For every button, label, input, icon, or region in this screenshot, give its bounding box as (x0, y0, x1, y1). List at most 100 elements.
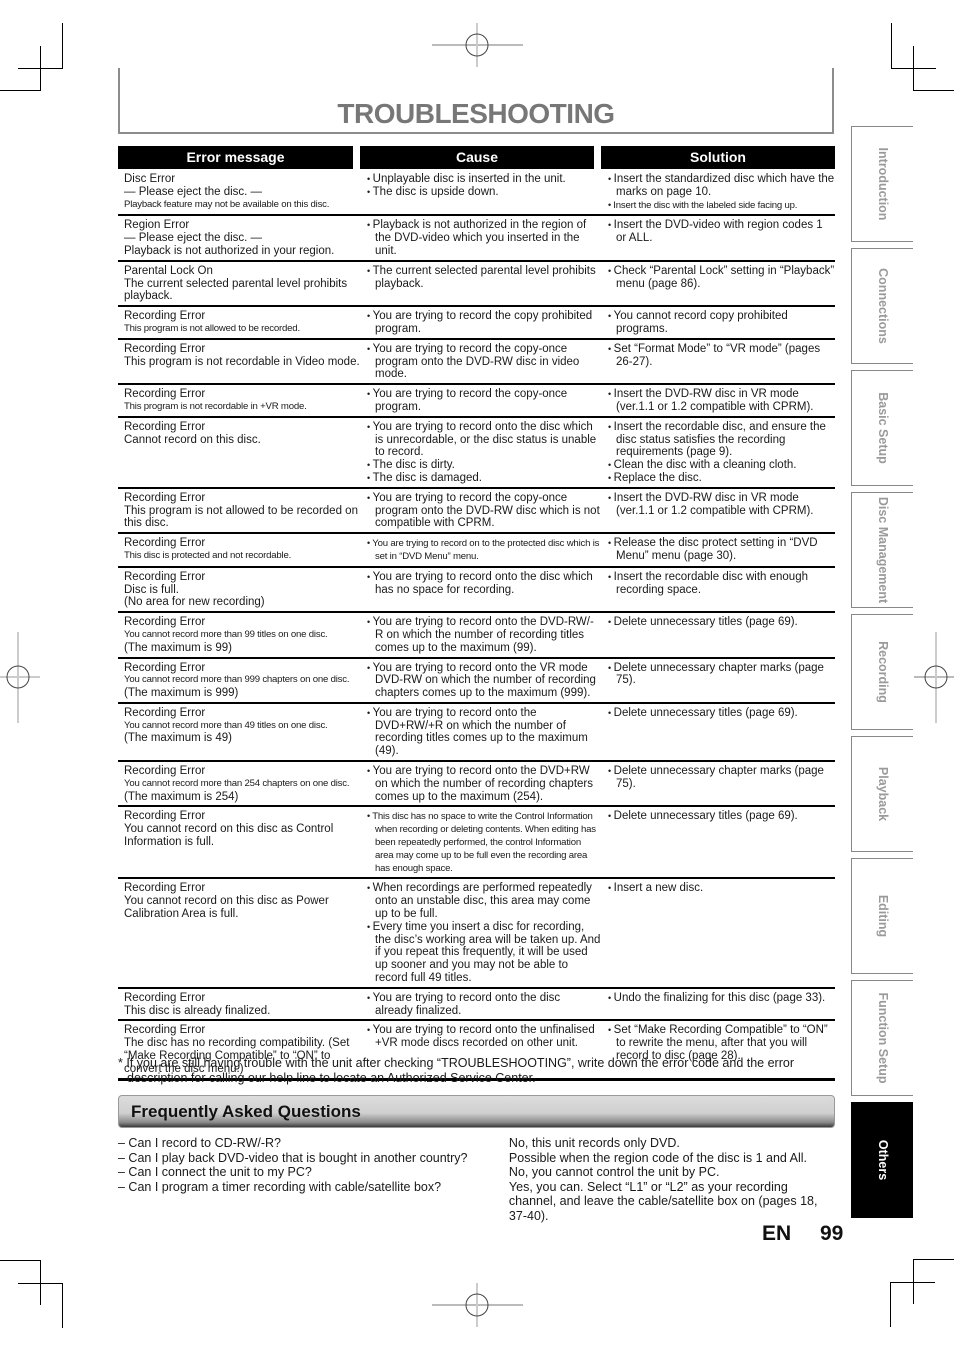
solution-item: Check “Parental Lock” setting in “Playba… (607, 265, 835, 291)
page-number: 99 (820, 1222, 844, 1245)
solution-cell: Insert a new disc. (601, 882, 835, 984)
cause-cell: You are trying to record onto the disc a… (360, 992, 601, 1018)
error-text: (The maximum is 999) (124, 687, 239, 700)
section-tab-playback[interactable]: Playback (851, 736, 913, 852)
error-text: This program is not allowed to be record… (124, 504, 358, 530)
error-text: Region Error (124, 219, 190, 232)
error-text: Recording Error (124, 882, 206, 895)
solution-item: Delete unnecessary titles (page 69). (607, 707, 835, 720)
section-tab-connections[interactable]: Connections (851, 248, 913, 364)
cause-item: Playback is not authorized in the region… (366, 219, 601, 257)
solution-cell: You cannot record copy prohibited progra… (601, 310, 835, 336)
error-detail: Playback feature may not be available on… (124, 198, 330, 210)
cause-item: The disc is upside down. (366, 186, 601, 199)
cause-item: You are trying to record onto the disc w… (366, 421, 601, 459)
section-tab-editing[interactable]: Editing (851, 858, 913, 974)
solution-item: Delete unnecessary chapter marks (page 7… (607, 765, 835, 791)
error-text: Recording Error (124, 1024, 206, 1037)
section-tab-function-setup[interactable]: Function Setup (851, 980, 913, 1096)
solution-cell: Delete unnecessary titles (page 69). (601, 810, 835, 875)
solution-cell: Insert the recordable disc with enough r… (601, 571, 835, 609)
error-text: — Please eject the disc. — (124, 232, 263, 245)
error-detail: This disc is protected and not recordabl… (124, 549, 292, 561)
solution-item: Insert a new disc. (607, 882, 835, 895)
cause-cell: You are trying to record onto the VR mod… (360, 662, 601, 700)
solution-cell: Insert the DVD-video with region codes 1… (601, 219, 835, 257)
faq-answer: Possible when the region code of the dis… (508, 1150, 808, 1165)
solution-item: Set “Format Mode” to “VR mode” (pages 26… (607, 343, 835, 369)
faq-question: – Can I program a timer recording with c… (118, 1179, 442, 1194)
header-solution: Solution (601, 146, 835, 169)
section-tab-recording[interactable]: Recording (851, 614, 913, 730)
solution-cell: Delete unnecessary titles (page 69). (601, 616, 835, 654)
cause-cell: You are trying to record the copy-once p… (360, 343, 601, 381)
solution-cell: Insert the recordable disc, and ensure t… (601, 421, 835, 485)
error-text: The current selected parental level proh… (124, 277, 348, 303)
error-detail: You cannot record more than 254 chapters… (124, 777, 350, 789)
cause-item: You are trying to record onto the disc w… (366, 571, 601, 597)
error-text: (The maximum is 254) (124, 790, 239, 803)
cause-cell: You are trying to record the copy prohib… (360, 310, 601, 336)
solution-item: Delete unnecessary titles (page 69). (607, 810, 835, 823)
faq-item: – Can I connect the unit to my PC? No, yo… (118, 1165, 838, 1180)
troubleshooting-table: Disc Error — Please eject the disc. — Play… (118, 170, 835, 1081)
error-text: (No area for new recording) (124, 596, 265, 609)
solution-cell: Delete unnecessary chapter marks (page 7… (601, 662, 835, 700)
cause-item: The disc is dirty. (366, 459, 601, 472)
solution-item: Insert the recordable disc with enough r… (607, 571, 835, 597)
error-text: — Please eject the disc. — (124, 185, 263, 198)
cause-item: You are trying to record the copy-once p… (366, 343, 601, 381)
registration-mark-left (0, 632, 40, 723)
faq-question: – Can I record to CD-RW/-R? (118, 1136, 282, 1150)
error-text: Recording Error (124, 765, 206, 778)
error-text: Recording Error (124, 991, 206, 1004)
error-text: You cannot record on this disc as Power … (124, 895, 329, 921)
solution-item: Insert the DVD-RW disc in VR mode (ver.1… (607, 388, 835, 414)
header-error-message: Error message (118, 146, 353, 169)
error-text: Recording Error (124, 342, 206, 355)
cause-item: When recordings are performed repeatedly… (366, 882, 601, 920)
error-text: Recording Error (124, 570, 206, 583)
error-message-cell: Recording Error This program is not allow… (118, 310, 360, 336)
cause-cell: You are trying to record onto the DVD-RW… (360, 616, 601, 654)
table-row: Recording Error This program is not allow… (118, 307, 835, 340)
table-row: Parental Lock On The current selected par… (118, 262, 835, 308)
error-detail: You cannot record more than 99 titles on… (124, 628, 328, 640)
faq-list: – Can I record to CD-RW/-R? No, this unit… (118, 1136, 838, 1224)
error-message-cell: Recording Error You cannot record on this… (118, 810, 360, 875)
faq-item: – Can I program a timer recording with c… (118, 1180, 838, 1224)
section-tab-disc-management[interactable]: Disc Management (851, 492, 913, 608)
solution-item: Replace the disc. (607, 472, 835, 485)
error-text: Parental Lock On (124, 264, 213, 277)
error-message-cell: Recording Error This program is not allow… (118, 492, 360, 530)
solution-cell: Insert the DVD-RW disc in VR mode (ver.1… (601, 492, 835, 530)
section-tab-label: Others (875, 1139, 890, 1181)
cause-cell: You are trying to record onto the DVD+RW… (360, 765, 601, 803)
table-row: Recording Error This program is not recor… (118, 340, 835, 386)
section-tab-label: Disc Management (875, 496, 890, 604)
header-cause: Cause (360, 146, 594, 169)
cause-cell: Unplayable disc is inserted in the unit.… (360, 173, 601, 212)
error-message-cell: Recording Error You cannot record more th… (118, 662, 360, 700)
error-text: Disc is full. (124, 583, 179, 596)
cause-cell: You are trying to record on to the prote… (360, 537, 601, 564)
section-tab-basic-setup[interactable]: Basic Setup (851, 370, 913, 486)
cause-item: You are trying to record onto the DVD+RW… (366, 707, 601, 758)
cause-item: You are trying to record the copy prohib… (366, 310, 601, 336)
cause-item: You are trying to record the copy-once p… (366, 388, 601, 414)
solution-cell: Check “Parental Lock” setting in “Playba… (601, 265, 835, 303)
section-tab-others[interactable]: Others (851, 1102, 913, 1218)
section-tab-label: Connections (875, 268, 890, 344)
error-detail: You cannot record more than 49 titles on… (124, 719, 328, 731)
page-title: TROUBLESHOOTING (337, 98, 615, 129)
faq-answer: No, you cannot control the unit by PC. (508, 1165, 720, 1180)
faq-answer: Yes, you can. Select “L1” or “L2” as you… (508, 1179, 818, 1223)
error-message-cell: Parental Lock On The current selected par… (118, 265, 360, 303)
error-text: This program is not recordable in Video … (124, 355, 360, 368)
error-message-cell: Recording Error You cannot record more th… (118, 616, 360, 654)
error-text: This disc is already finalized. (124, 1004, 271, 1017)
section-tab-introduction[interactable]: Introduction (851, 126, 913, 242)
cause-item: You are trying to record the copy-once p… (366, 492, 601, 530)
solution-item: You cannot record copy prohibited progra… (607, 310, 835, 336)
error-detail: This program is not recordable in +VR mo… (124, 400, 307, 412)
